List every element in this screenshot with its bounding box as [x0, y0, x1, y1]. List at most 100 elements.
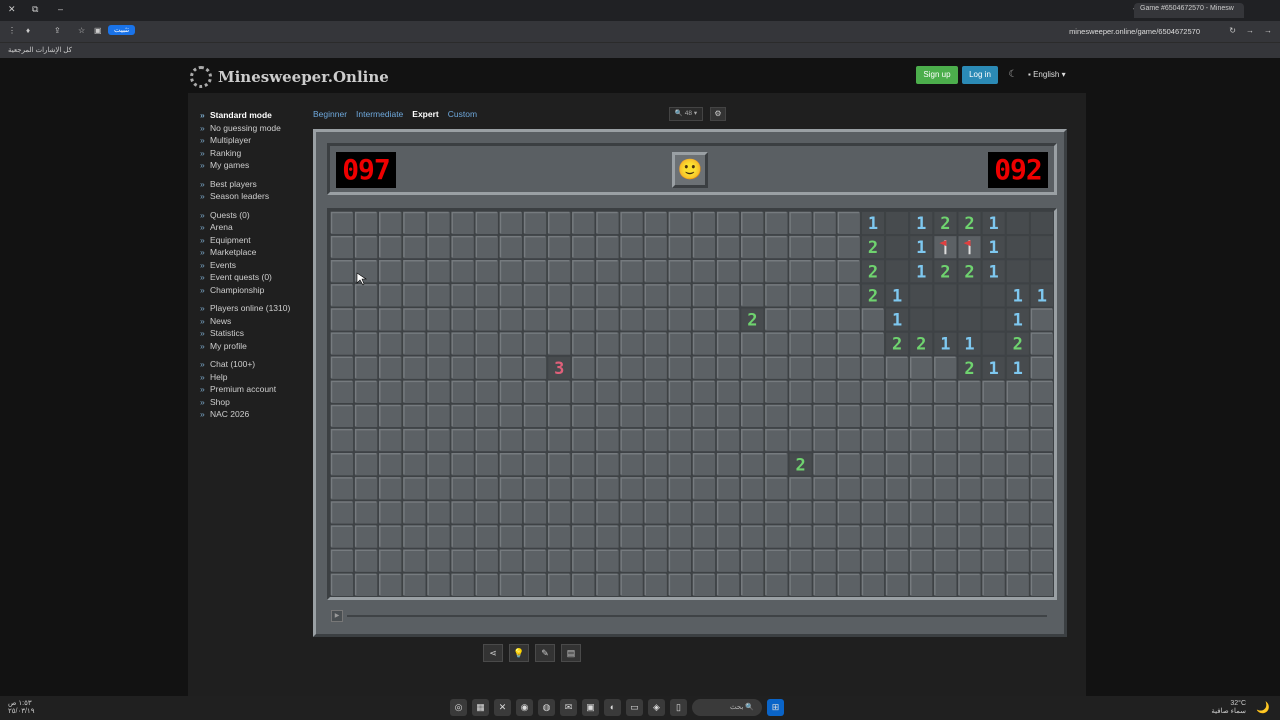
board-cell[interactable]: [909, 379, 934, 404]
unopened-cell[interactable]: [498, 331, 524, 356]
board-cell[interactable]: [330, 524, 355, 549]
unopened-cell[interactable]: [643, 331, 668, 356]
board-cell[interactable]: [402, 572, 427, 597]
unopened-cell[interactable]: [836, 476, 861, 501]
board-cell[interactable]: [571, 259, 596, 284]
board-cell[interactable]: [571, 211, 596, 236]
board-cell[interactable]: 2: [957, 259, 982, 284]
unopened-cell[interactable]: [788, 379, 813, 404]
unopened-cell[interactable]: [571, 211, 596, 236]
board-cell[interactable]: [450, 283, 475, 308]
board-cell[interactable]: [788, 307, 813, 332]
unopened-cell[interactable]: [909, 452, 934, 477]
board-cell[interactable]: [885, 235, 910, 260]
board-cell[interactable]: [740, 283, 765, 308]
board-cell[interactable]: 1: [981, 259, 1006, 284]
board-cell[interactable]: [474, 548, 499, 573]
board-cell[interactable]: [812, 283, 837, 308]
board-cell[interactable]: [474, 452, 499, 477]
board-cell[interactable]: [957, 235, 982, 260]
board-cell[interactable]: [378, 476, 403, 501]
board-cell[interactable]: [836, 524, 861, 549]
unopened-cell[interactable]: [1005, 379, 1030, 404]
board-cell[interactable]: [933, 476, 958, 501]
board-cell[interactable]: [571, 235, 596, 260]
notepad-icon[interactable]: ▯: [670, 699, 687, 716]
unopened-cell[interactable]: [643, 307, 668, 332]
board-cell[interactable]: [426, 428, 451, 453]
unopened-cell[interactable]: [812, 500, 837, 525]
unopened-cell[interactable]: [571, 283, 596, 308]
unopened-cell[interactable]: [571, 428, 596, 453]
unopened-cell[interactable]: [571, 259, 596, 284]
unopened-cell[interactable]: [1029, 404, 1054, 429]
board-cell[interactable]: [547, 452, 572, 477]
board-cell[interactable]: [764, 524, 789, 549]
unopened-cell[interactable]: [474, 283, 499, 308]
opened-cell[interactable]: [885, 235, 910, 260]
unopened-cell[interactable]: [354, 331, 379, 356]
board-cell[interactable]: [981, 283, 1006, 308]
board-cell[interactable]: [716, 259, 741, 284]
photos-icon[interactable]: ◈: [648, 699, 665, 716]
board-cell[interactable]: [330, 404, 355, 429]
board-cell[interactable]: [764, 572, 789, 597]
board-cell[interactable]: [860, 331, 886, 356]
board-cell[interactable]: [330, 259, 355, 284]
board-cell[interactable]: [523, 307, 548, 332]
unopened-cell[interactable]: [933, 404, 958, 429]
board-cell[interactable]: [885, 524, 910, 549]
board-cell[interactable]: [667, 572, 693, 597]
board-cell[interactable]: [643, 476, 668, 501]
language-select[interactable]: ▪ English ▾: [1028, 66, 1082, 84]
opened-cell[interactable]: [909, 307, 934, 332]
unopened-cell[interactable]: [426, 331, 451, 356]
board-cell[interactable]: [426, 235, 451, 260]
board-cell[interactable]: [571, 500, 596, 525]
unopened-cell[interactable]: [909, 524, 934, 549]
board-cell[interactable]: [692, 283, 717, 308]
board-cell[interactable]: [426, 476, 451, 501]
unopened-cell[interactable]: [836, 259, 861, 284]
unopened-cell[interactable]: [426, 235, 451, 260]
board-cell[interactable]: [836, 355, 861, 380]
unopened-cell[interactable]: [812, 307, 837, 332]
unopened-cell[interactable]: [474, 355, 499, 380]
board-cell[interactable]: [692, 524, 717, 549]
board-cell[interactable]: [426, 404, 451, 429]
board-cell[interactable]: [909, 283, 934, 308]
lightbulb-icon[interactable]: 💡: [509, 644, 529, 662]
board-cell[interactable]: [426, 283, 451, 308]
unopened-cell[interactable]: [402, 211, 427, 236]
unopened-cell[interactable]: [740, 259, 765, 284]
board-cell[interactable]: [595, 379, 620, 404]
unopened-cell[interactable]: [788, 572, 813, 597]
unopened-cell[interactable]: [643, 476, 668, 501]
board-cell[interactable]: [354, 331, 379, 356]
board-cell[interactable]: [619, 476, 644, 501]
board-cell[interactable]: [909, 476, 934, 501]
unopened-cell[interactable]: [716, 283, 741, 308]
unopened-cell[interactable]: [860, 548, 886, 573]
board-cell[interactable]: [860, 524, 886, 549]
board-cell[interactable]: 2: [860, 259, 886, 284]
board-cell[interactable]: [450, 211, 475, 236]
unopened-cell[interactable]: [764, 331, 789, 356]
unopened-cell[interactable]: [354, 307, 379, 332]
unopened-cell[interactable]: [1029, 452, 1054, 477]
unopened-cell[interactable]: [1029, 428, 1054, 453]
board-cell[interactable]: [740, 452, 765, 477]
file-explorer-icon[interactable]: ▭: [626, 699, 643, 716]
board-cell[interactable]: [885, 548, 910, 573]
unopened-cell[interactable]: [402, 283, 427, 308]
unopened-cell[interactable]: [788, 476, 813, 501]
unopened-cell[interactable]: [692, 331, 717, 356]
board-cell[interactable]: [885, 211, 910, 236]
unopened-cell[interactable]: [474, 548, 499, 573]
board-cell[interactable]: [667, 211, 693, 236]
unopened-cell[interactable]: [860, 379, 886, 404]
unopened-cell[interactable]: [860, 524, 886, 549]
unopened-cell[interactable]: [812, 452, 837, 477]
unopened-cell[interactable]: [330, 452, 355, 477]
board-cell[interactable]: [619, 259, 644, 284]
